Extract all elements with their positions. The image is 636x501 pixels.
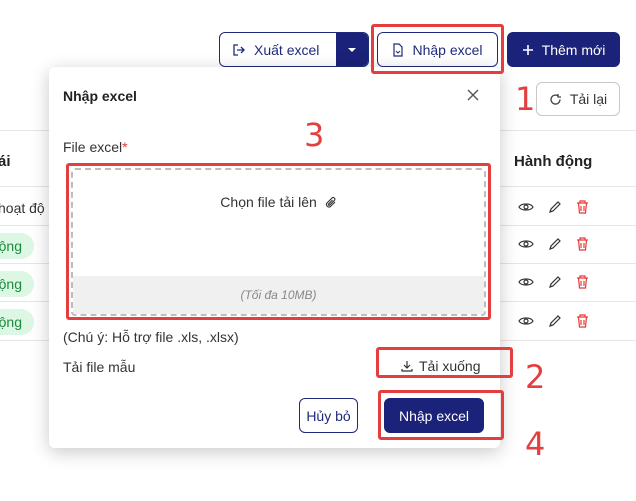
view-icon[interactable] xyxy=(518,238,534,250)
annotation-number-3: 3 xyxy=(304,116,325,154)
status-badge: ộng xyxy=(0,271,34,297)
annotation-number-1: 1 xyxy=(515,80,536,118)
import-excel-button[interactable]: Nhập excel xyxy=(377,32,498,67)
template-label: Tải file mẫu xyxy=(63,359,136,375)
edit-icon[interactable] xyxy=(548,314,562,328)
close-icon[interactable] xyxy=(467,85,479,106)
edit-icon[interactable] xyxy=(548,275,562,289)
caret-down-icon xyxy=(347,47,357,53)
export-dropdown-toggle[interactable] xyxy=(336,33,368,66)
refresh-icon xyxy=(549,93,562,106)
required-mark: * xyxy=(122,139,128,155)
view-icon[interactable] xyxy=(518,276,534,288)
paperclip-icon xyxy=(325,196,337,210)
file-dropzone[interactable]: Chọn file tải lên (Tối đa 10MB) xyxy=(71,168,486,316)
delete-icon[interactable] xyxy=(576,200,589,214)
dropzone-prompt: Chọn file tải lên xyxy=(73,194,484,210)
file-field-label: File excel* xyxy=(63,139,128,155)
actions-column-header: Hành động xyxy=(514,153,593,170)
export-excel-label: Xuất excel xyxy=(254,41,320,58)
export-icon xyxy=(232,43,246,57)
plus-icon xyxy=(522,44,534,56)
file-icon xyxy=(392,42,404,57)
delete-icon[interactable] xyxy=(576,314,589,328)
add-new-label: Thêm mới xyxy=(541,41,606,58)
edit-icon[interactable] xyxy=(548,237,562,251)
delete-icon[interactable] xyxy=(576,275,589,289)
dropzone-hint: (Tối đa 10MB) xyxy=(73,276,484,314)
download-label: Tải xuống xyxy=(419,358,481,374)
row-actions xyxy=(518,237,589,251)
reload-button[interactable]: Tải lại xyxy=(536,82,620,116)
file-field-label-text: File excel xyxy=(63,139,123,155)
row-actions xyxy=(518,314,589,328)
annotation-number-2: 2 xyxy=(525,358,546,396)
annotation-number-4: 4 xyxy=(525,425,546,463)
status-badge: ộng xyxy=(0,309,34,335)
submit-import-button[interactable]: Nhập excel xyxy=(384,398,484,433)
add-new-button[interactable]: Thêm mới xyxy=(507,32,620,67)
cancel-button[interactable]: Hủy bỏ xyxy=(299,398,358,433)
download-icon xyxy=(401,360,413,372)
status-badge: ộng xyxy=(0,233,34,259)
first-status-text: hoạt độ xyxy=(0,200,45,216)
status-column-header: ái xyxy=(0,153,11,170)
modal-title: Nhập excel xyxy=(63,88,137,104)
view-icon[interactable] xyxy=(518,315,534,327)
import-excel-modal: Nhập excel File excel* Chọn file tải lên… xyxy=(49,67,500,448)
reload-label: Tải lại xyxy=(569,91,608,107)
delete-icon[interactable] xyxy=(576,237,589,251)
download-template-link[interactable]: Tải xuống xyxy=(401,358,480,374)
view-icon[interactable] xyxy=(518,201,534,213)
edit-icon[interactable] xyxy=(548,200,562,214)
row-actions xyxy=(518,275,589,289)
dropzone-text: Chọn file tải lên xyxy=(220,194,317,210)
export-excel-button[interactable]: Xuất excel xyxy=(219,32,369,67)
import-excel-label: Nhập excel xyxy=(412,41,483,58)
row-actions xyxy=(518,200,589,214)
file-type-note: (Chú ý: Hỗ trợ file .xls, .xlsx) xyxy=(63,329,239,345)
